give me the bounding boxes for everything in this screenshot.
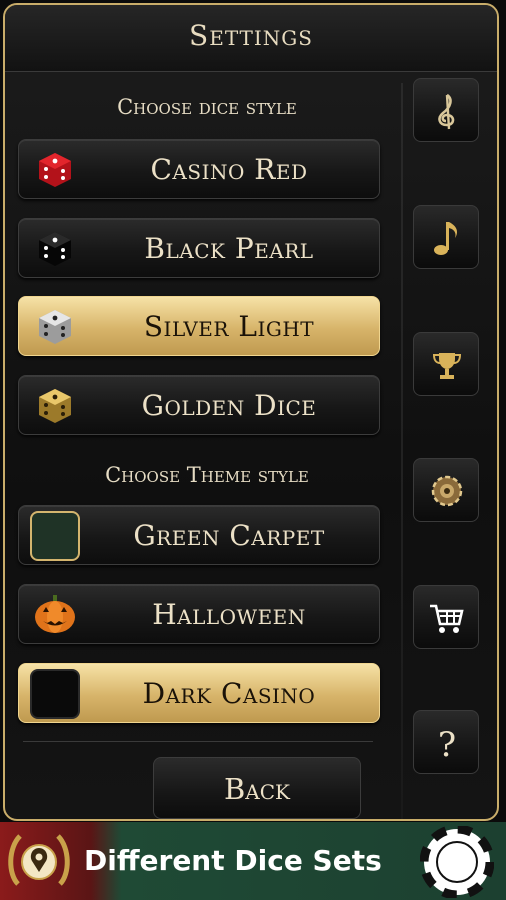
dice-option-label: Casino Red bbox=[150, 153, 308, 186]
theme-option-halloween[interactable]: Halloween bbox=[18, 584, 380, 644]
theme-option-green-carpet[interactable]: Green Carpet bbox=[18, 505, 380, 565]
dice-option-silver-light[interactable]: Silver Light bbox=[18, 296, 380, 356]
page-title: Settings bbox=[189, 19, 313, 52]
help-icon: ? bbox=[438, 725, 456, 763]
title-bar: Settings bbox=[5, 5, 497, 72]
treble-clef-icon bbox=[438, 93, 455, 130]
music-note-icon bbox=[434, 222, 457, 255]
theme-option-label: Green Carpet bbox=[133, 519, 325, 552]
dice-option-label: Black Pearl bbox=[144, 232, 314, 265]
theme-option-label: Dark Casino bbox=[142, 677, 316, 710]
theme-option-dark-casino[interactable]: Dark Casino bbox=[18, 663, 380, 723]
trophy-icon bbox=[432, 353, 462, 379]
help-button[interactable]: ? bbox=[413, 710, 479, 774]
sound-toggle-button[interactable] bbox=[413, 205, 479, 269]
green-swatch-icon bbox=[30, 511, 80, 561]
shopping-cart-icon bbox=[430, 604, 464, 633]
dice-option-label: Golden Dice bbox=[141, 389, 317, 422]
golden-dice-icon bbox=[39, 389, 71, 423]
back-button[interactable]: Back bbox=[153, 757, 361, 819]
laurel-dice-icon bbox=[8, 834, 70, 886]
black-dice-icon bbox=[39, 232, 71, 266]
banner-text: Different Dice Sets bbox=[84, 844, 382, 877]
dice-option-casino-red[interactable]: Casino Red bbox=[18, 139, 380, 199]
shop-button[interactable] bbox=[413, 585, 479, 649]
dice-option-black-pearl[interactable]: Black Pearl bbox=[18, 218, 380, 278]
dice-option-label: Silver Light bbox=[143, 310, 315, 343]
dice-option-golden-dice[interactable]: Golden Dice bbox=[18, 375, 380, 435]
game-settings-button[interactable] bbox=[413, 458, 479, 522]
svg-text:?: ? bbox=[438, 725, 456, 763]
divider bbox=[23, 741, 373, 742]
theme-option-label: Halloween bbox=[152, 598, 306, 631]
silver-dice-icon bbox=[39, 310, 71, 344]
pumpkin-icon bbox=[35, 595, 75, 633]
red-dice-icon bbox=[39, 153, 71, 187]
achievements-button[interactable] bbox=[413, 332, 479, 396]
poker-chip-icon bbox=[420, 826, 494, 898]
music-toggle-button[interactable] bbox=[413, 78, 479, 142]
back-button-label: Back bbox=[224, 772, 290, 806]
theme-section-title: Choose Theme style bbox=[105, 463, 309, 487]
sidebar-divider bbox=[401, 83, 403, 819]
chip-settings-icon bbox=[431, 475, 463, 507]
dark-swatch-icon bbox=[30, 669, 80, 719]
dice-section-title: Choose dice style bbox=[117, 95, 297, 119]
